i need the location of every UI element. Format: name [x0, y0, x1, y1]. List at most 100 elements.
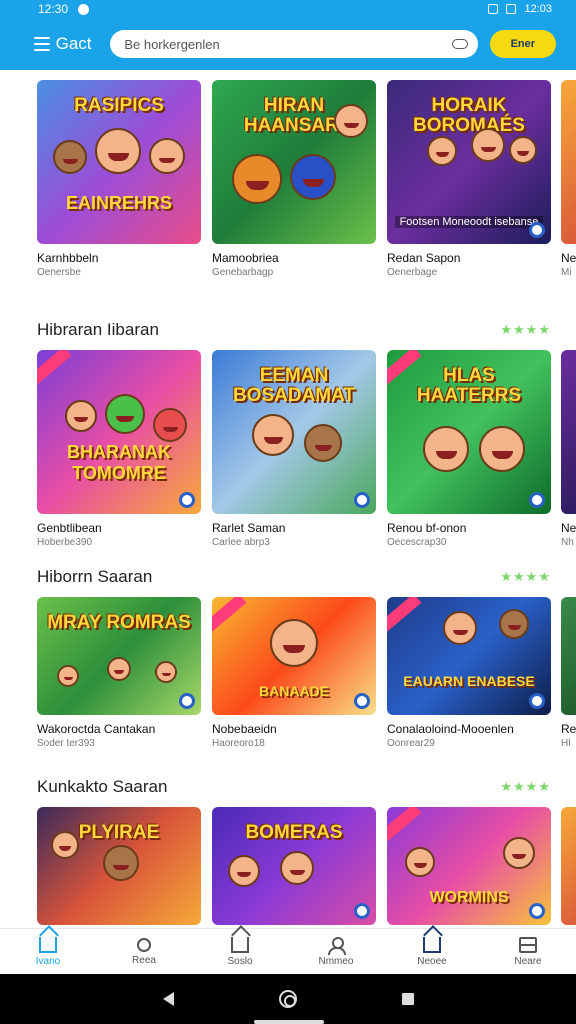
game-thumbnail[interactable]: MRAY ROMRAS — [37, 597, 201, 715]
main-content: RASIPICS EAINREHRS Karnhbbeln Oenersbe H… — [0, 70, 576, 928]
character-art — [280, 851, 314, 885]
back-icon[interactable] — [162, 992, 174, 1006]
character-art — [95, 128, 141, 174]
character-art — [107, 657, 131, 681]
nav-item-house[interactable]: Neoee — [384, 929, 480, 974]
game-thumbnail[interactable] — [561, 80, 576, 244]
thumbnail-art-subtitle: EAINREHRS — [65, 193, 172, 213]
character-art — [228, 855, 260, 887]
card-subtitle: Hl — [561, 738, 571, 749]
card-subtitle: Carlee abrp3 — [212, 537, 270, 548]
info-badge-icon — [529, 492, 545, 508]
game-thumbnail[interactable] — [561, 597, 576, 715]
game-card[interactable]: HORAIK BOROMAÉS Footsen Moneoodt isebans… — [387, 80, 551, 279]
nav-label: Neare — [514, 955, 542, 967]
enter-button[interactable]: Ener — [489, 30, 556, 58]
game-thumbnail[interactable] — [561, 350, 576, 514]
card-title: Rarlet Saman — [212, 521, 286, 535]
nav-item-store[interactable]: Soslo — [192, 929, 288, 974]
game-card[interactable]: EEMAN BOSADAMAT Rarlet Saman Carlee abrp… — [212, 350, 376, 549]
game-thumbnail[interactable]: RASIPICS EAINREHRS — [37, 80, 201, 244]
game-card-peek[interactable]: Re Hl — [561, 597, 576, 750]
status-time: 12:30 — [38, 2, 69, 16]
card-subtitle: Hoberbe390 — [37, 537, 93, 548]
info-badge-icon — [529, 693, 545, 709]
game-card[interactable]: BOMERAS — [212, 807, 376, 928]
search-input[interactable] — [124, 36, 452, 52]
card-title: Ne — [561, 521, 576, 535]
character-art — [499, 609, 529, 639]
game-thumbnail[interactable]: WORMINS — [387, 807, 551, 925]
thumbnail-art-subtitle: BANAADE — [259, 683, 329, 699]
card-title: Mamoobriea — [212, 251, 279, 265]
character-art — [503, 837, 535, 869]
character-art — [290, 154, 336, 200]
ribbon-badge — [37, 350, 72, 386]
card-title: Renou bf-onon — [387, 521, 467, 535]
ribbon-badge — [212, 597, 247, 633]
enter-button-label: Ener — [510, 38, 536, 50]
game-thumbnail[interactable]: EEMAN BOSADAMAT — [212, 350, 376, 514]
character-art — [149, 138, 185, 174]
card-subtitle: Haoreoro18 — [212, 738, 265, 749]
game-card[interactable]: HIRAN HAANSARI Mamoobriea Genebarbagp — [212, 80, 376, 279]
nav-item-profile[interactable]: Nmmeo — [288, 929, 384, 974]
info-badge-icon — [529, 903, 545, 919]
game-card[interactable]: BANAADE Nobebaeidn Haoreoro18 — [212, 597, 376, 750]
ribbon-badge — [387, 807, 422, 843]
game-thumbnail[interactable]: BHARANAK TOMOMRE — [37, 350, 201, 514]
card-title: Karnhbbeln — [37, 251, 99, 265]
character-art — [423, 426, 469, 472]
nav-item-home[interactable]: Ivano — [0, 929, 96, 974]
game-card[interactable]: PLYIRAE — [37, 807, 201, 928]
status-bar: 12:30 12:03 — [0, 0, 576, 18]
character-art — [252, 414, 294, 456]
info-badge-icon — [179, 693, 195, 709]
card-subtitle: Oenersbe — [37, 267, 81, 278]
game-thumbnail[interactable]: EAUARN ENABESE — [387, 597, 551, 715]
cloud-icon[interactable] — [451, 39, 468, 49]
game-card-peek[interactable] — [561, 807, 576, 925]
card-subtitle: Nh — [561, 537, 574, 548]
game-thumbnail[interactable]: HIRAN HAANSARI — [212, 80, 376, 244]
info-badge-icon — [354, 492, 370, 508]
game-card[interactable]: RASIPICS EAINREHRS Karnhbbeln Oenersbe — [37, 80, 201, 279]
game-card[interactable]: EAUARN ENABESE Conalaoloind-Mooenlen Oon… — [387, 597, 551, 750]
game-thumbnail[interactable]: HLAS HAATERRS — [387, 350, 551, 514]
card-title: Nobebaeidn — [212, 722, 277, 736]
nav-item-search[interactable]: Reea — [96, 929, 192, 974]
recents-icon[interactable] — [401, 993, 414, 1005]
bottom-nav: Ivano Reea Soslo Nmmeo Neoee Neare — [0, 928, 576, 974]
system-nav-bar — [0, 974, 576, 1024]
game-card[interactable]: BHARANAK TOMOMRE Genbtlibean Hoberbe390 — [37, 350, 201, 549]
menu-icon[interactable] — [34, 37, 50, 51]
system-home-icon[interactable] — [278, 990, 297, 1008]
game-thumbnail[interactable]: HORAIK BOROMAÉS Footsen Moneoodt isebans… — [387, 80, 551, 244]
game-card[interactable]: MRAY ROMRAS Wakoroctda Cantakan Soder te… — [37, 597, 201, 750]
game-thumbnail[interactable]: BOMERAS — [212, 807, 376, 925]
wifi-icon — [506, 4, 517, 14]
thumbnail-art-title: BOMERAS — [245, 822, 343, 843]
search-bar[interactable] — [110, 30, 478, 58]
game-thumbnail[interactable]: BANAADE — [212, 597, 376, 715]
game-card-peek[interactable]: Ne Nh — [561, 350, 576, 549]
search-icon — [137, 937, 151, 952]
home-outline-icon — [231, 936, 249, 953]
grid-icon — [519, 936, 537, 953]
game-card[interactable]: HLAS HAATERRS Renou bf-onon Oecescrap30 — [387, 350, 551, 549]
card-title: Redan Sapon — [387, 251, 461, 265]
ribbon-badge — [387, 597, 422, 633]
nav-label: Soslo — [227, 955, 253, 967]
rating-stars: ★★★★ — [500, 569, 551, 584]
nav-item-grid[interactable]: Neare — [480, 929, 576, 974]
character-art — [105, 394, 145, 434]
game-card-peek[interactable]: Ne Mi — [561, 80, 576, 279]
game-thumbnail[interactable]: PLYIRAE — [37, 807, 201, 925]
game-thumbnail[interactable] — [561, 807, 576, 925]
game-card[interactable]: WORMINS — [387, 807, 551, 928]
nav-label: Reea — [132, 954, 156, 966]
person-icon — [327, 936, 346, 955]
character-art — [155, 661, 177, 683]
thumbnail-art-subtitle: WORMINS — [429, 889, 509, 906]
character-art — [153, 408, 187, 442]
